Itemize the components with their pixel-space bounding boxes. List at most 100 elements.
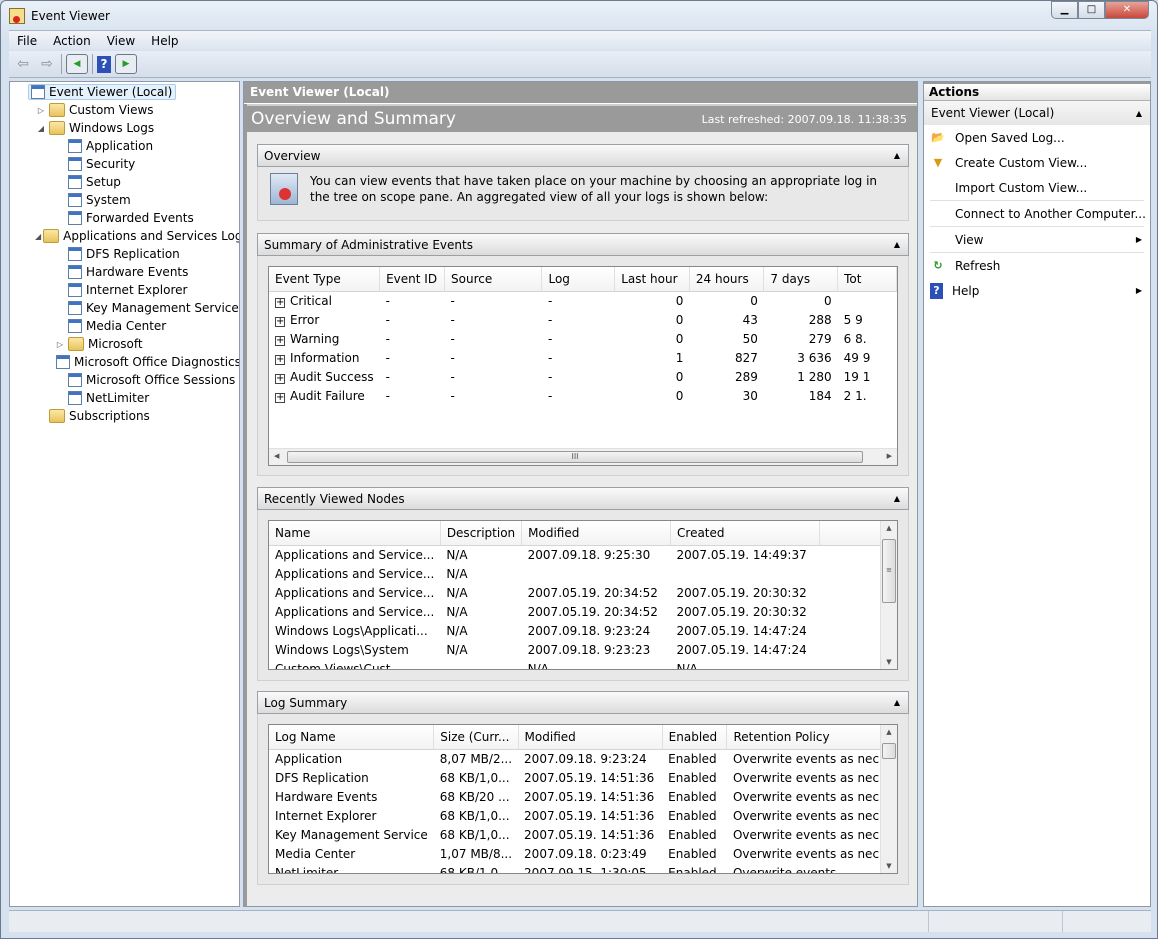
action-item[interactable]: ▼ Create Custom View...: [924, 150, 1150, 175]
expand-plus-icon[interactable]: +: [275, 373, 285, 384]
column-header[interactable]: Event ID: [379, 267, 446, 292]
vertical-scrollbar[interactable]: ▲ ≡ ▼: [880, 521, 897, 669]
table-row[interactable]: + Audit Failure - - - 0 30 184 2 1.: [269, 386, 897, 405]
table-row[interactable]: Applications and Service... N/A 2007.05.19…: [269, 602, 897, 621]
tree-item[interactable]: Setup: [10, 173, 239, 191]
tree-item[interactable]: Microsoft Office Sessions: [10, 371, 239, 389]
menu-help[interactable]: Help: [143, 34, 186, 48]
column-header[interactable]: Created: [670, 521, 820, 546]
tree-item[interactable]: Internet Explorer: [10, 281, 239, 299]
collapse-icon[interactable]: ▲: [894, 151, 900, 160]
column-header[interactable]: Enabled: [662, 725, 728, 750]
expand-plus-icon[interactable]: +: [275, 316, 285, 327]
maximize-button[interactable]: □: [1078, 1, 1105, 19]
menu-view[interactable]: View: [99, 34, 143, 48]
cell-text: 2007.05.19. 20:34:52: [527, 604, 658, 619]
expand-arrow-icon[interactable]: ◢: [35, 124, 47, 133]
collapse-icon[interactable]: ▲: [894, 494, 900, 503]
tree-item[interactable]: Key Management Service: [10, 299, 239, 317]
show-hide-action-pane-icon[interactable]: ▶: [115, 54, 137, 74]
table-row[interactable]: Windows Logs\System N/A 2007.09.18. 9:23:2…: [269, 640, 897, 659]
back-arrow-icon[interactable]: ⇦: [13, 54, 33, 74]
tree-item[interactable]: Subscriptions: [10, 407, 239, 425]
tree-item[interactable]: Hardware Events: [10, 263, 239, 281]
tree-item[interactable]: Microsoft Office Diagnostics: [10, 353, 239, 371]
table-row[interactable]: Applications and Service... N/A 2007.09.18…: [269, 545, 897, 564]
table-row[interactable]: Application 8,07 MB/2... 2007.09.18. 9:23:…: [269, 749, 897, 768]
close-button[interactable]: ✕: [1105, 1, 1149, 19]
column-header[interactable]: Source: [444, 267, 543, 292]
table-row[interactable]: Internet Explorer 68 KB/1,0... 2007.05.19.…: [269, 806, 897, 825]
tree-item[interactable]: Forwarded Events: [10, 209, 239, 227]
tree-item[interactable]: DFS Replication: [10, 245, 239, 263]
help-icon[interactable]: ?: [97, 55, 111, 73]
table-row[interactable]: NetLimiter 68 KB/1,0... 2007.09.15. 1:30:0…: [269, 863, 897, 874]
action-item[interactable]: Import Custom View...: [924, 175, 1150, 200]
column-header[interactable]: 24 hours: [689, 267, 765, 292]
menu-file[interactable]: File: [9, 34, 45, 48]
expand-plus-icon[interactable]: +: [275, 335, 285, 346]
action-item[interactable]: Connect to Another Computer...: [924, 201, 1150, 226]
minimize-button[interactable]: ▁: [1051, 1, 1078, 19]
recent-section-header[interactable]: Recently Viewed Nodes ▲: [257, 487, 909, 510]
event-log-icon: [68, 283, 82, 297]
table-row[interactable]: + Information - - - 1 827 3 636 49 9: [269, 348, 897, 367]
expand-plus-icon[interactable]: +: [275, 354, 285, 365]
action-item[interactable]: ? Help ▶: [924, 278, 1150, 303]
actions-section-header[interactable]: Event Viewer (Local) ▲: [924, 101, 1150, 125]
table-row[interactable]: Applications and Service... N/A 2007.05.19…: [269, 583, 897, 602]
table-row[interactable]: + Audit Success - - -0 289 1 280 19 1: [269, 367, 897, 386]
column-header[interactable]: Tot: [837, 267, 897, 292]
tree-item[interactable]: Application: [10, 137, 239, 155]
expand-arrow-icon[interactable]: ▷: [54, 340, 66, 349]
overview-section-header[interactable]: Overview ▲: [257, 144, 909, 167]
collapse-icon[interactable]: ▲: [894, 240, 900, 249]
summary-section-header[interactable]: Summary of Administrative Events ▲: [257, 233, 909, 256]
tree-item[interactable]: ▷ Microsoft: [10, 335, 239, 353]
column-header[interactable]: Modified: [521, 521, 672, 546]
table-row[interactable]: Custom Views\Cust... N/A N/A: [269, 659, 897, 670]
menu-action[interactable]: Action: [45, 34, 99, 48]
table-row[interactable]: Applications and Service... N/A: [269, 564, 897, 583]
column-header[interactable]: Name: [269, 521, 441, 546]
expand-plus-icon[interactable]: +: [275, 297, 285, 308]
log-summary-section-header[interactable]: Log Summary ▲: [257, 691, 909, 714]
column-header[interactable]: Description: [440, 521, 523, 546]
table-row[interactable]: + Critical - - - 0 0 0: [269, 291, 897, 310]
table-row[interactable]: + Error - - - 0 43 288 5 9: [269, 310, 897, 329]
expand-arrow-icon[interactable]: ▷: [35, 106, 47, 115]
column-header[interactable]: Retention Policy: [726, 725, 897, 750]
table-row[interactable]: Windows Logs\Applicati... N/A 2007.09.18. …: [269, 621, 897, 640]
column-header[interactable]: 7 days: [763, 267, 839, 292]
forward-arrow-icon[interactable]: ⇨: [37, 54, 57, 74]
column-header[interactable]: Modified: [518, 725, 663, 750]
tree-item[interactable]: Security: [10, 155, 239, 173]
collapse-icon[interactable]: ▲: [1136, 109, 1142, 118]
table-row[interactable]: Media Center 1,07 MB/8... 2007.09.18. 0:23…: [269, 844, 897, 863]
action-item[interactable]: View ▶: [924, 227, 1150, 252]
table-cell: 2007.09.18. 9:23:24: [518, 749, 662, 768]
tree-item[interactable]: Event Viewer (Local): [10, 83, 239, 101]
tree-item[interactable]: System: [10, 191, 239, 209]
collapse-icon[interactable]: ▲: [894, 698, 900, 707]
vertical-scrollbar[interactable]: ▲ ▼: [880, 725, 897, 873]
show-hide-console-tree-icon[interactable]: ◀: [66, 54, 88, 74]
horizontal-scrollbar[interactable]: ◀ III ▶: [269, 448, 897, 465]
tree-item[interactable]: NetLimiter: [10, 389, 239, 407]
column-header[interactable]: Size (Curr...: [433, 725, 519, 750]
table-row[interactable]: DFS Replication 68 KB/1,0... 2007.05.19. 1…: [269, 768, 897, 787]
action-item[interactable]: ↻ Refresh: [924, 253, 1150, 278]
expand-plus-icon[interactable]: +: [275, 392, 285, 403]
column-header[interactable]: Log: [541, 267, 616, 292]
tree-item[interactable]: ◢ Windows Logs: [10, 119, 239, 137]
table-row[interactable]: Hardware Events 68 KB/20 ... 2007.05.19. 1…: [269, 787, 897, 806]
tree-item[interactable]: ◢ Applications and Services Logs: [10, 227, 239, 245]
column-header[interactable]: Last hour: [614, 267, 690, 292]
table-row[interactable]: + Warning - - - 0 50 279 6 8.: [269, 329, 897, 348]
tree-item[interactable]: Media Center: [10, 317, 239, 335]
action-item[interactable]: 📂 Open Saved Log...: [924, 125, 1150, 150]
column-header[interactable]: Event Type: [269, 267, 381, 292]
table-row[interactable]: Key Management Service 68 KB/1,0... 2007.0…: [269, 825, 897, 844]
tree-item[interactable]: ▷ Custom Views: [10, 101, 239, 119]
column-header[interactable]: Log Name: [269, 725, 435, 750]
